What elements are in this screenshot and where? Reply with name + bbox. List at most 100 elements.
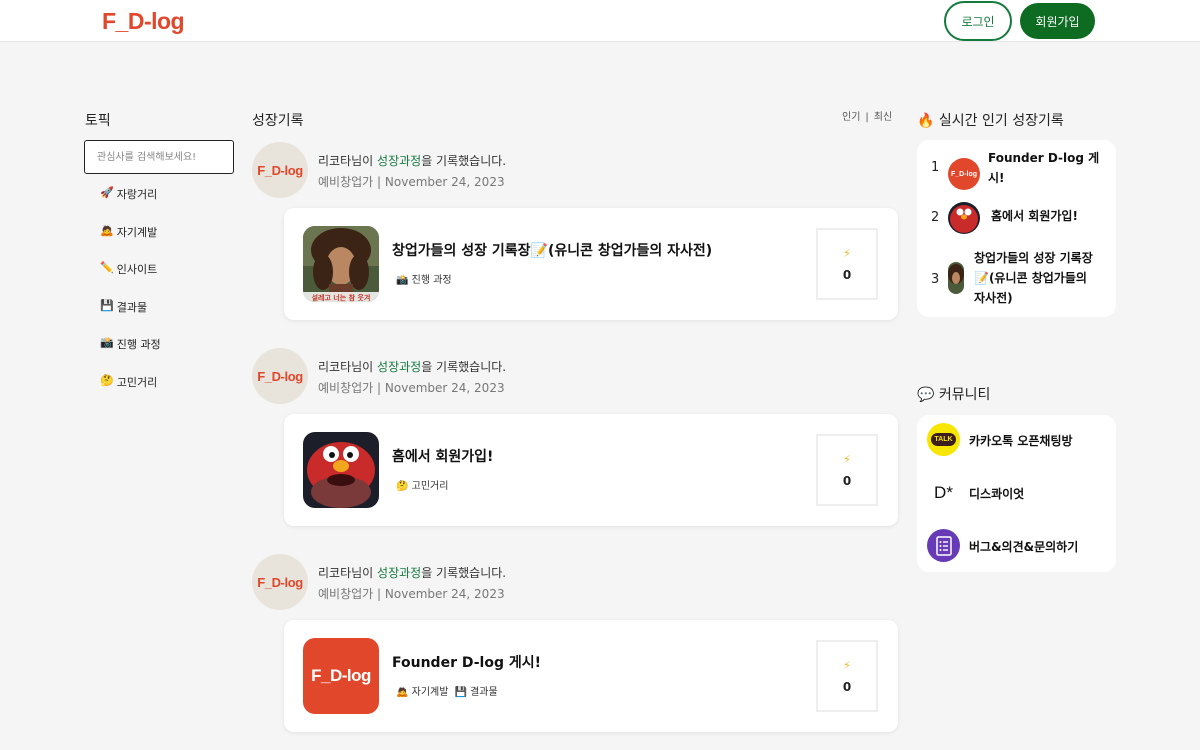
entry-date: November 24, 2023 <box>384 587 505 601</box>
entry-role: 예비창업가 <box>318 381 374 395</box>
like-count: 0 <box>842 679 852 694</box>
kakaotalk-icon-text: TALK <box>931 433 956 446</box>
topic-label: 자기계발 <box>116 225 158 239</box>
popular-line: 창업가들의 성장 기록장 <box>974 251 1093 265</box>
feedback-form-link[interactable]: 버그&의견&문의하기 <box>927 529 1107 565</box>
popular-thumbnail <box>948 202 980 234</box>
thinking-face-icon: 🤔 <box>100 373 114 387</box>
pencil-icon: ✏️ <box>100 261 114 274</box>
tag-badge[interactable]: 🤔 고민거리 <box>396 481 448 492</box>
topic-item-result[interactable]: 💾 결과물 <box>100 299 161 337</box>
camera-icon: 📸 <box>100 336 114 349</box>
entry-action-link[interactable]: 성장과정 <box>377 566 421 580</box>
post-card[interactable]: F_D-log Founder D-log 게시! 🙇 자기계발 💾 결과물 ⚡ … <box>284 620 898 732</box>
post-card[interactable]: 설레고 너는 참 웃겨 창업가들의 성장 기록장📝(유니콘 창업가들의 자사전)… <box>284 208 898 320</box>
lightning-icon: ⚡ <box>843 246 851 260</box>
popular-line: 시! <box>988 171 1005 185</box>
avatar-logo-text: F_D-log <box>257 368 303 384</box>
signup-button[interactable]: 회원가입 <box>1020 3 1095 39</box>
disquiet-icon-text: D* <box>934 482 953 502</box>
avatar[interactable]: F_D-log <box>252 142 308 198</box>
entry-author: 리코타님이 <box>318 360 374 374</box>
popular-rank: 2 <box>931 210 940 225</box>
entry-date: November 24, 2023 <box>384 381 505 395</box>
entry-action-link[interactable]: 성장과정 <box>377 360 421 374</box>
community-item-label: 버그&의견&문의하기 <box>969 540 1079 554</box>
popular-line: 홈에서 회원가입! <box>991 209 1078 223</box>
topic-item-self-development[interactable]: 🙇 자기계발 <box>100 224 161 262</box>
post-thumbnail: F_D-log <box>303 638 379 714</box>
entry-meta: 예비창업가 | November 24, 2023 <box>318 173 505 190</box>
rocket-icon: 🚀 <box>100 186 114 199</box>
topic-item-concern[interactable]: 🤔 고민거리 <box>100 374 161 412</box>
post-thumbnail: 설레고 너는 참 웃겨 <box>303 226 379 302</box>
topic-label: 고민거리 <box>116 375 158 389</box>
post-title[interactable]: 홈에서 회원가입! <box>392 446 493 466</box>
entry-role: 예비창업가 <box>318 587 374 601</box>
popular-line: Founder D-log 게 <box>988 151 1100 165</box>
feed-title: 성장기록 <box>252 113 304 129</box>
popular-panel: 1 F_D-log Founder D-log 게 시! 2 홈에서 회원가입! … <box>917 140 1116 317</box>
sort-popular-link[interactable]: 인기 <box>842 112 860 123</box>
entry-date: November 24, 2023 <box>384 175 505 189</box>
community-panel: TALK 카카오톡 오픈채팅방 D* 디스콰이엇 버그&의견&문의하기 <box>917 415 1116 572</box>
popular-item[interactable]: 2 홈에서 회원가입! <box>917 200 1116 236</box>
popular-title-text: 실시간 인기 성장기록 <box>938 113 1064 129</box>
feed-entry: F_D-log 리코타님이 성장과정을 기록했습니다. 예비창업가 | Nove… <box>252 346 900 526</box>
topic-item-boast[interactable]: 🚀 자랑거리 <box>100 186 161 224</box>
topic-label: 자랑거리 <box>116 188 158 201</box>
popular-item[interactable]: 3 창업가들의 성장 기록장 📝(유니콘 창업가들의 자사전) <box>917 248 1116 310</box>
feed-entry: F_D-log 리코타님이 성장과정을 기록했습니다. 예비창업가 | Nove… <box>252 552 900 732</box>
like-button[interactable]: ⚡ 0 <box>816 434 878 506</box>
popular-line: 자사전) <box>974 291 1013 305</box>
sort-latest-link[interactable]: 최신 <box>874 112 892 123</box>
topic-title: 토픽 <box>85 113 111 129</box>
avatar[interactable]: F_D-log <box>252 348 308 404</box>
post-title[interactable]: 창업가들의 성장 기록장📝(유니콘 창업가들의 자사전) <box>392 240 712 260</box>
topic-label: 결과물 <box>116 300 148 314</box>
entry-activity-line: 리코타님이 성장과정을 기록했습니다. <box>318 358 506 375</box>
avatar-logo-text: F_D-log <box>257 574 303 590</box>
entry-action-suffix: 을 기록했습니다. <box>421 154 507 168</box>
sort-separator: | <box>865 112 869 123</box>
tag-badge[interactable]: 💾 결과물 <box>454 687 497 698</box>
like-button[interactable]: ⚡ 0 <box>816 640 878 712</box>
topic-item-progress[interactable]: 📸 진행 과정 <box>100 336 161 374</box>
entry-author: 리코타님이 <box>318 566 374 580</box>
login-button[interactable]: 로그인 <box>944 1 1012 41</box>
popular-line: 📝(유니콘 창업가들의 <box>974 271 1087 285</box>
logo[interactable]: F_D-log <box>102 8 185 35</box>
kakao-openchat-link[interactable]: TALK 카카오톡 오픈채팅방 <box>927 423 1107 459</box>
community-item-label: 디스콰이엇 <box>969 487 1025 501</box>
mini-logo-text: F_D-log <box>950 170 978 178</box>
avatar[interactable]: F_D-log <box>252 554 308 610</box>
post-title[interactable]: Founder D-log 게시! <box>392 652 541 672</box>
like-count: 0 <box>842 267 852 282</box>
popular-item[interactable]: 1 F_D-log Founder D-log 게 시! <box>917 148 1116 192</box>
post-card[interactable]: 홈에서 회원가입! 🤔 고민거리 ⚡ 0 <box>284 414 898 526</box>
like-button[interactable]: ⚡ 0 <box>816 228 878 300</box>
fire-icon: 🔥 <box>917 113 935 129</box>
entry-action-link[interactable]: 성장과정 <box>377 154 421 168</box>
entry-activity-line: 리코타님이 성장과정을 기록했습니다. <box>318 564 506 581</box>
tag-badge[interactable]: 📸 진행 과정 <box>396 275 452 286</box>
topic-list: 🚀 자랑거리 🙇 자기계발 ✏️ 인사이트 💾 결과물 📸 진행 과정 🤔 고민거리 <box>100 186 161 411</box>
tag-badge[interactable]: 🙇 자기계발 <box>396 687 448 698</box>
portrait-image <box>948 262 964 294</box>
topic-search-input[interactable] <box>84 140 234 174</box>
topic-item-insight[interactable]: ✏️ 인사이트 <box>100 261 161 299</box>
entry-meta-separator: | <box>377 587 382 601</box>
community-title-text: 커뮤니티 <box>938 387 991 403</box>
like-count: 0 <box>842 473 852 488</box>
popular-item-title: 창업가들의 성장 기록장 📝(유니콘 창업가들의자사전) <box>974 248 1093 308</box>
disquiet-link[interactable]: D* 디스콰이엇 <box>927 476 1107 512</box>
popular-item-title: Founder D-log 게시! <box>988 148 1099 188</box>
form-document-icon <box>927 529 960 562</box>
popular-thumbnail <box>948 262 964 294</box>
post-tags: 🤔 고민거리 <box>396 477 454 492</box>
community-item-label: 카카오톡 오픈채팅방 <box>969 434 1073 448</box>
popular-title: 🔥 실시간 인기 성장기록 <box>917 110 1064 130</box>
popular-thumbnail: F_D-log <box>948 158 980 190</box>
entry-meta-separator: | <box>377 175 382 189</box>
avatar-logo-text: F_D-log <box>257 162 303 178</box>
